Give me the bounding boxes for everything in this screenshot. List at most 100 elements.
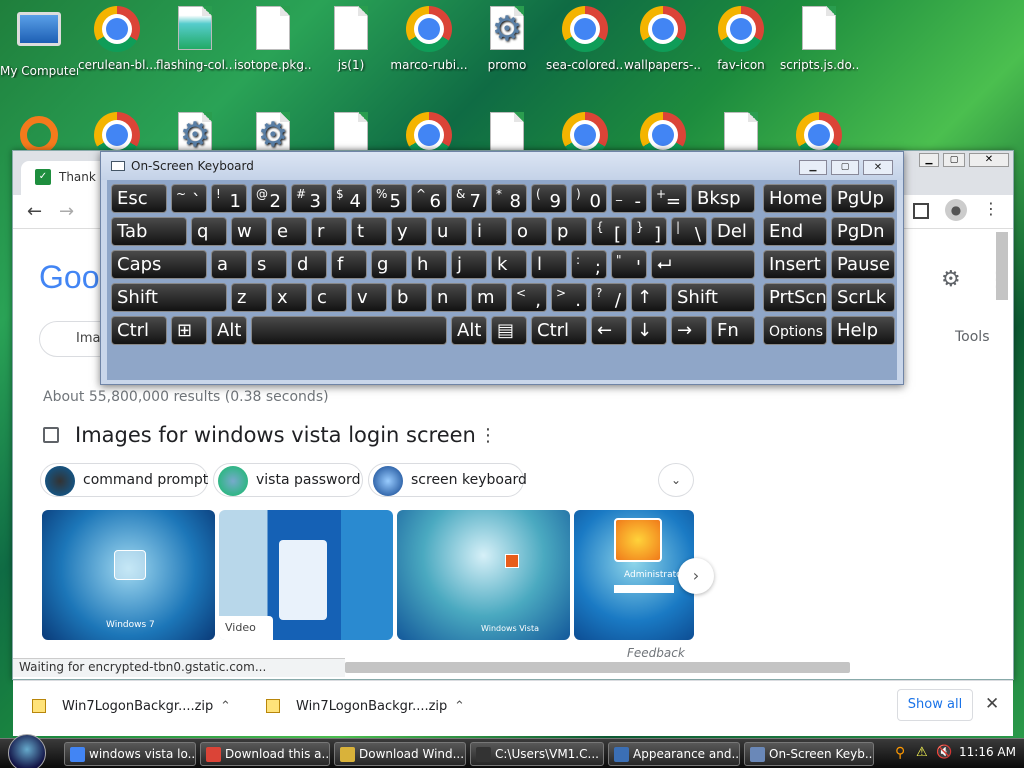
osk-key[interactable]: >. [551, 283, 587, 312]
taskbar-button[interactable]: Download Wind... [334, 742, 466, 766]
osk-key[interactable]: l [531, 250, 567, 279]
osk-key[interactable]: Bksp [691, 184, 755, 213]
osk-key[interactable]: Pause [831, 250, 895, 279]
osk-key[interactable]: ⊞ [171, 316, 207, 345]
osk-key[interactable]: z [231, 283, 267, 312]
osk-key[interactable]: Tab [111, 217, 187, 246]
osk-key[interactable]: ? / [591, 283, 627, 312]
osk-key[interactable]: ↑ [631, 283, 667, 312]
osk-key[interactable]: Caps [111, 250, 207, 279]
osk-key[interactable]: End [763, 217, 827, 246]
osk-key[interactable]: y [391, 217, 427, 246]
start-button[interactable] [8, 734, 46, 768]
osk-key[interactable] [251, 316, 447, 345]
osk-key[interactable]: ) 0 [571, 184, 607, 213]
network-warning-icon[interactable]: ⚠ [916, 745, 928, 760]
osk-key[interactable]: t [351, 217, 387, 246]
chip-screen-keyboard[interactable]: screen keyboard [368, 463, 527, 497]
chip-vista-password[interactable]: vista password [213, 463, 363, 497]
desktop-icon[interactable]: isotope.pkg... [234, 6, 312, 72]
desktop-icon[interactable]: fav-icon [702, 6, 780, 72]
osk-key[interactable]: s [251, 250, 287, 279]
osk-minimize-button[interactable]: ▁ [799, 160, 827, 175]
osk-key[interactable]: k [491, 250, 527, 279]
osk-key[interactable]: e [271, 217, 307, 246]
desktop-icon[interactable]: My Computer [0, 6, 78, 78]
osk-key[interactable]: m [471, 283, 507, 312]
desktop-icon[interactable]: wallpapers-... [624, 6, 702, 72]
osk-key[interactable]: ScrLk [831, 283, 895, 312]
osk-key[interactable]: q [191, 217, 227, 246]
osk-close-button[interactable]: ✕ [863, 160, 893, 175]
osk-key[interactable]: $4 [331, 184, 367, 213]
osk-key[interactable]: {[ [591, 217, 627, 246]
osk-key[interactable]: Del [711, 217, 755, 246]
osk-key[interactable]: p [551, 217, 587, 246]
osk-key[interactable]: Fn [711, 316, 755, 345]
osk-key[interactable]: Alt [211, 316, 247, 345]
osk-maximize-button[interactable]: ▢ [831, 160, 859, 175]
download-item-2[interactable]: Win7LogonBackgr....zip ⌃ [266, 682, 476, 732]
minimize-button[interactable]: ▁ [919, 153, 939, 167]
osk-key[interactable]: r [311, 217, 347, 246]
osk-key[interactable]: g [371, 250, 407, 279]
chevron-right-icon[interactable]: › [678, 558, 714, 594]
osk-key[interactable]: o [511, 217, 547, 246]
desktop-icon[interactable]: js(1) [312, 6, 390, 72]
profile-avatar-icon[interactable]: ● [945, 199, 967, 221]
osk-key[interactable]: Shift [671, 283, 755, 312]
download-item-1[interactable]: Win7LogonBackgr....zip ⌃ [32, 682, 242, 732]
osk-key[interactable]: u [431, 217, 467, 246]
osk-key[interactable]: (9 [531, 184, 567, 213]
back-arrow-icon[interactable]: ← [27, 201, 42, 222]
osk-key[interactable]: i [471, 217, 507, 246]
osk-key[interactable]: Esc [111, 184, 167, 213]
image-result-2[interactable]: Video [219, 510, 393, 640]
image-result-1[interactable]: Windows 7 [42, 510, 215, 640]
osk-key[interactable]: ▤ [491, 316, 527, 345]
desktop-icon[interactable]: scripts.js.do... [780, 6, 858, 72]
osk-key[interactable]: Ctrl [111, 316, 167, 345]
osk-key[interactable]: _ - [611, 184, 647, 213]
osk-key[interactable]: f [331, 250, 367, 279]
osk-key[interactable]: n [431, 283, 467, 312]
volume-muted-icon[interactable]: 🔇 [936, 745, 952, 760]
desktop-icon[interactable]: marco-rubi... [390, 6, 468, 72]
chevron-up-icon[interactable]: ⌃ [220, 682, 231, 732]
osk-key[interactable]: ↓ [631, 316, 667, 345]
osk-key[interactable]: Insert [763, 250, 827, 279]
osk-key[interactable]: #3 [291, 184, 327, 213]
osk-key[interactable]: + = [651, 184, 687, 213]
close-downloads-icon[interactable]: ✕ [985, 694, 999, 714]
osk-key[interactable]: h [411, 250, 447, 279]
more-options-icon[interactable]: ⋮ [479, 425, 497, 446]
desktop-icon[interactable]: flashing-col... [156, 6, 234, 72]
desktop-icon[interactable]: cerulean-bl... [78, 6, 156, 72]
osk-key[interactable]: ~ ` [171, 184, 207, 213]
settings-gear-icon[interactable]: ⚙ [941, 267, 961, 292]
osk-key[interactable]: Alt [451, 316, 487, 345]
close-window-button[interactable]: ✕ [969, 153, 1009, 167]
osk-key[interactable]: ⮠ [651, 250, 755, 279]
forward-arrow-icon[interactable]: → [59, 201, 74, 222]
clock[interactable]: 11:16 AM [959, 745, 1016, 759]
chevron-up-icon[interactable]: ⌃ [454, 682, 465, 732]
osk-key[interactable]: | \ [671, 217, 707, 246]
osk-key[interactable]: Ctrl [531, 316, 587, 345]
osk-key[interactable]: PrtScn [763, 283, 827, 312]
desktop-icon[interactable]: sea-colored... [546, 6, 624, 72]
osk-key[interactable]: }] [631, 217, 667, 246]
image-result-3[interactable]: Windows Vista [397, 510, 570, 640]
osk-key[interactable]: :; [571, 250, 607, 279]
vertical-scrollbar[interactable] [996, 232, 1008, 300]
osk-key[interactable]: & 7 [451, 184, 487, 213]
osk-key[interactable]: <, [511, 283, 547, 312]
browser-menu-icon[interactable]: ⋮ [983, 199, 999, 218]
osk-key[interactable]: w [231, 217, 267, 246]
osk-key[interactable]: ^ 6 [411, 184, 447, 213]
osk-key[interactable]: x [271, 283, 307, 312]
osk-key[interactable]: Help [831, 316, 895, 345]
osk-key[interactable]: Shift [111, 283, 227, 312]
taskbar-button[interactable]: C:\Users\VM1.C... [470, 742, 604, 766]
osk-key[interactable]: d [291, 250, 327, 279]
